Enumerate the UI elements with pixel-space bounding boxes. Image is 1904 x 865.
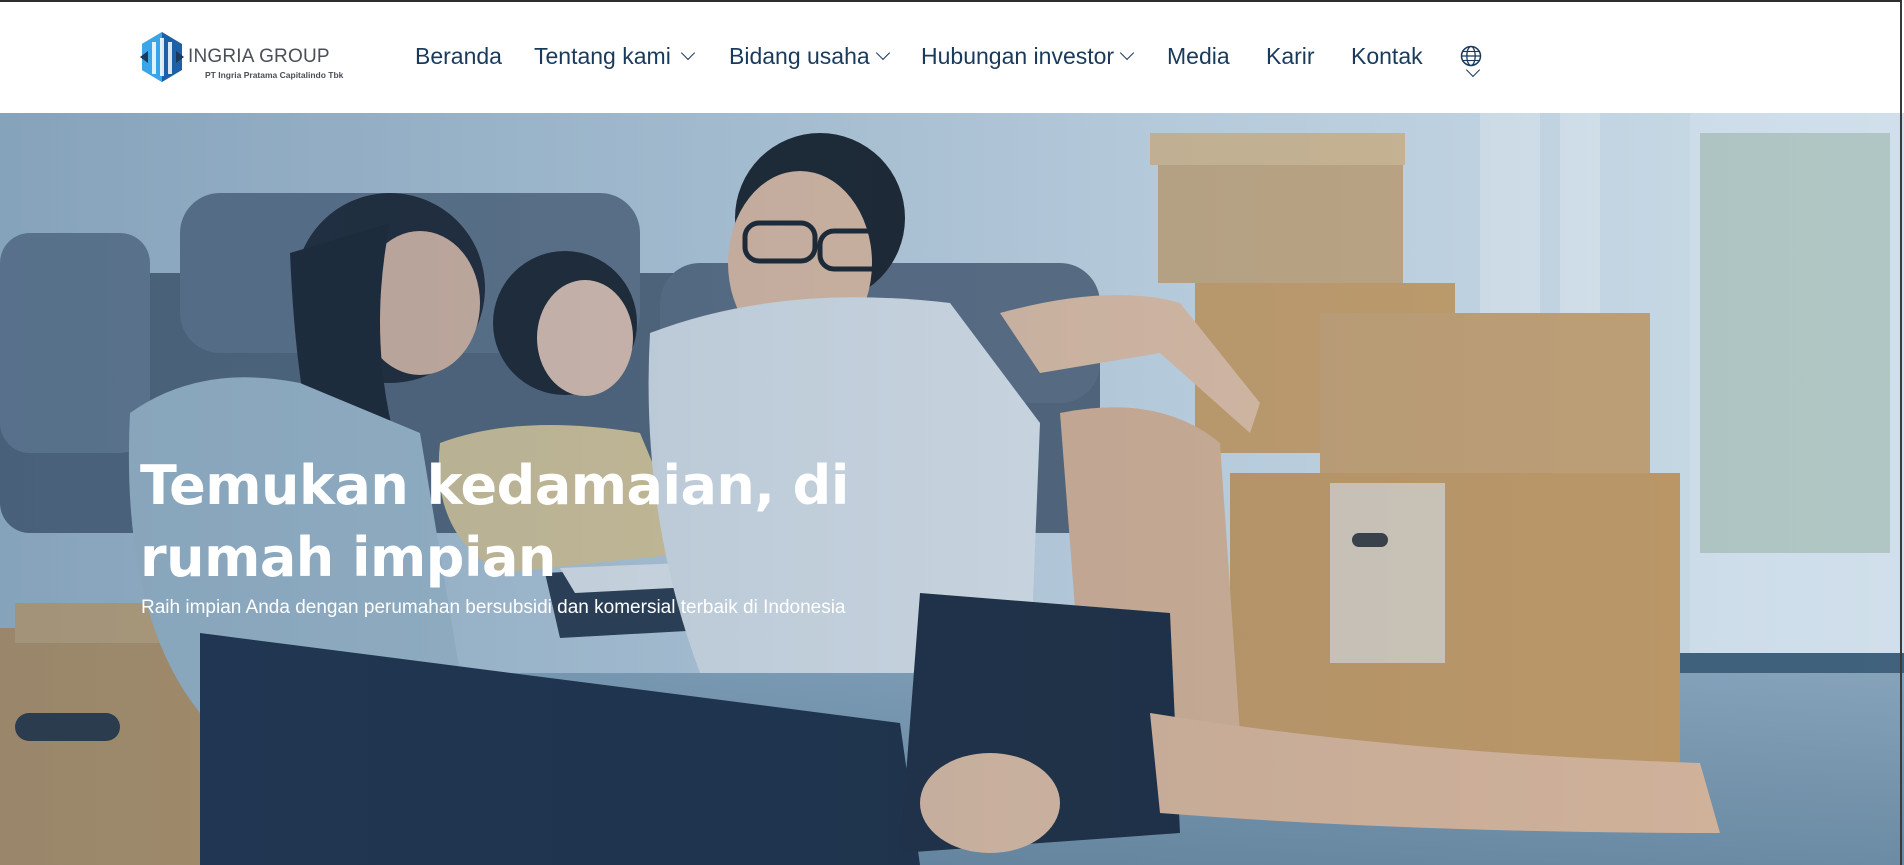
nav-label: Bidang usaha bbox=[729, 43, 870, 69]
nav-label: Beranda bbox=[415, 43, 502, 69]
hero-title-line: Temukan kedamaian, di bbox=[140, 454, 849, 517]
hero-title-line: rumah impian bbox=[140, 526, 556, 589]
nav-item-bidang-usaha[interactable]: Bidang usaha bbox=[729, 42, 890, 70]
chevron-down-icon bbox=[680, 45, 695, 61]
hero-title: Temukan kedamaian, di rumah impian bbox=[140, 450, 900, 594]
nav-item-kontak[interactable]: Kontak bbox=[1351, 42, 1423, 70]
logo-mark-icon bbox=[140, 32, 184, 82]
nav-item-tentang-kami[interactable]: Tentang kami bbox=[534, 42, 695, 70]
logo-name: INGRIA GROUP bbox=[188, 46, 330, 67]
nav-item-karir[interactable]: Karir bbox=[1266, 42, 1315, 70]
nav-label: Tentang kami bbox=[534, 43, 671, 69]
hero-banner: Temukan kedamaian, di rumah impian Raih … bbox=[0, 113, 1904, 865]
nav-item-hubungan-investor[interactable]: Hubungan investor bbox=[921, 42, 1135, 70]
language-selector[interactable] bbox=[1460, 45, 1482, 85]
nav-label: Hubungan investor bbox=[921, 43, 1115, 69]
nav-item-media[interactable]: Media bbox=[1167, 42, 1230, 70]
logo[interactable]: INGRIA GROUP PT Ingria Pratama Capitalin… bbox=[140, 30, 344, 85]
chevron-down-icon bbox=[1120, 45, 1135, 61]
nav-label: Kontak bbox=[1351, 43, 1423, 69]
site-header: INGRIA GROUP PT Ingria Pratama Capitalin… bbox=[0, 0, 1904, 113]
nav-label: Media bbox=[1167, 43, 1230, 69]
nav-item-beranda[interactable]: Beranda bbox=[415, 42, 502, 70]
nav-label: Karir bbox=[1266, 43, 1315, 69]
chevron-down-icon bbox=[875, 45, 890, 61]
logo-subtitle: PT Ingria Pratama Capitalindo Tbk bbox=[205, 70, 344, 80]
hero-subtitle: Raih impian Anda dengan perumahan bersub… bbox=[141, 597, 846, 618]
